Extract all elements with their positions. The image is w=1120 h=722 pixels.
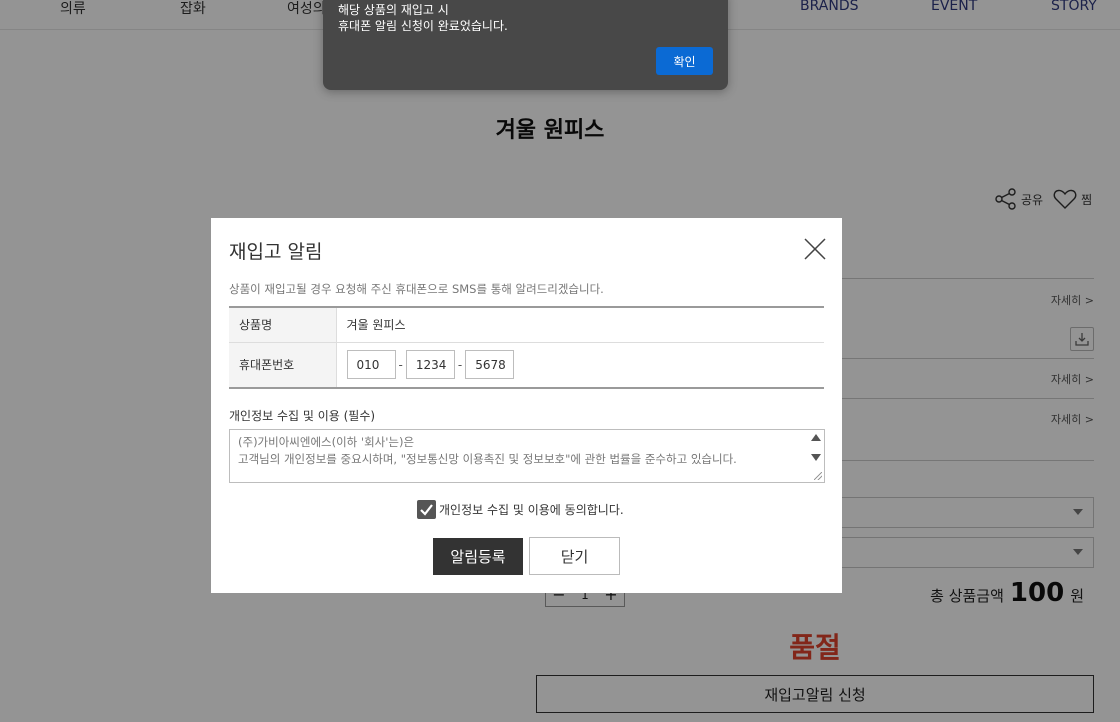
- scroll-down-icon[interactable]: [811, 454, 821, 461]
- restock-modal: 재입고 알림 상품이 재입고될 경우 요청해 주신 휴대폰으로 SMS를 통해 …: [211, 218, 842, 593]
- restock-form-table: 상품명 겨울 원피스 휴대폰번호 - -: [229, 306, 824, 389]
- scroll-up-icon[interactable]: [811, 434, 821, 441]
- alert-message: 해당 상품의 재입고 시 휴대폰 알림 신청이 완료었습니다.: [338, 2, 508, 34]
- modal-description: 상품이 재입고될 경우 요청해 주신 휴대폰으로 SMS를 통해 알려드리겠습니…: [229, 282, 604, 296]
- phone-field-1[interactable]: [346, 350, 396, 380]
- alert-message-line: 휴대폰 알림 신청이 완료었습니다.: [338, 19, 508, 33]
- phone-inputs: - -: [346, 350, 825, 380]
- agree-label[interactable]: 개인정보 수집 및 이용에 동의합니다.: [439, 501, 624, 518]
- product-name-value: 겨울 원피스: [336, 307, 824, 343]
- alert-message-line: 해당 상품의 재입고 시: [338, 3, 449, 17]
- privacy-text-line: (주)가비아씨엔에스(이하 '회사'는)은: [238, 435, 415, 449]
- modal-title: 재입고 알림: [229, 241, 323, 263]
- agree-row: 개인정보 수집 및 이용에 동의합니다.: [417, 500, 624, 519]
- privacy-label: 개인정보 수집 및 이용 (필수): [229, 409, 376, 423]
- phone-separator: -: [457, 357, 463, 372]
- privacy-text-line: 고객님의 개인정보를 중요시하며, "정보통신망 이용촉진 및 정보보호"에 관…: [238, 452, 737, 466]
- phone-field-2[interactable]: [405, 350, 455, 380]
- alert-dialog: 해당 상품의 재입고 시 휴대폰 알림 신청이 완료었습니다. 확인: [323, 0, 728, 90]
- privacy-textarea[interactable]: (주)가비아씨엔에스(이하 '회사'는)은 고객님의 개인정보를 중요시하며, …: [229, 429, 825, 483]
- register-button[interactable]: 알림등록: [433, 538, 523, 575]
- phone-field-3[interactable]: [465, 350, 515, 380]
- resize-handle-icon[interactable]: [814, 472, 822, 480]
- phone-label: 휴대폰번호: [229, 342, 337, 388]
- close-button[interactable]: 닫기: [529, 537, 620, 575]
- check-icon: [420, 504, 433, 516]
- ok-button[interactable]: 확인: [656, 47, 713, 75]
- agree-checkbox[interactable]: [417, 500, 436, 519]
- phone-separator: -: [398, 357, 403, 372]
- close-icon[interactable]: [803, 237, 827, 261]
- product-name-label: 상품명: [229, 307, 337, 343]
